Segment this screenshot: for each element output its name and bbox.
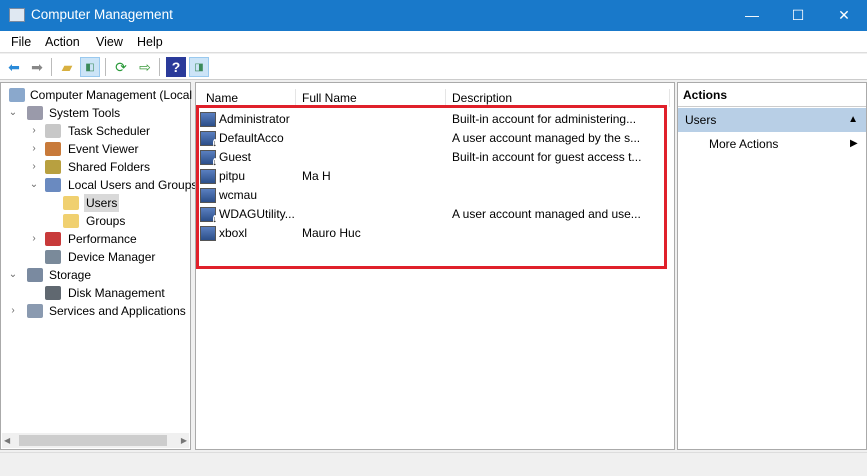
menu-view[interactable]: View [96,35,123,49]
tree-item-label: Users [84,194,120,212]
title-bar: Computer Management — ☐ ✕ [0,0,867,31]
storage-icon [27,268,43,282]
window-title: Computer Management [31,7,173,22]
tree-item-label: Computer Management (Local [30,88,193,102]
actions-pane: Actions Users ▲ More Actions ▶ [677,82,867,450]
highlight-box [196,105,667,269]
tree-item-label: Storage [49,268,92,282]
event-icon [45,142,61,156]
tree-item[interactable]: › Shared Folders [1,158,190,176]
actions-section-label: Users [685,113,717,127]
more-actions-label: More Actions [709,137,779,151]
expand-icon[interactable]: › [8,302,18,320]
menu-bar: File Action View Help [0,31,867,53]
tree-item-label: Local Users and Groups [68,178,198,192]
collapse-icon[interactable]: ⌄ [29,176,39,194]
computer-management-icon [9,8,25,22]
tree-item-label: Groups [86,214,126,228]
up-folder-icon[interactable]: ▰ [57,57,77,77]
tree-item[interactable]: Groups [1,212,190,230]
tree-item-label: Performance [68,232,137,246]
refresh-icon[interactable]: ⟳ [111,57,131,77]
toolbar: ⬅ ➡ ▰ ◧ ⟳ ⇨ ? ◨ [0,54,867,80]
submenu-arrow-icon: ▶ [850,138,858,149]
tree-item-label: Disk Management [68,286,165,300]
tree-item[interactable]: › Performance [1,230,190,248]
expand-icon[interactable]: › [29,140,39,158]
expand-icon[interactable]: › [29,122,39,140]
users-icon [45,178,61,192]
menu-action[interactable]: Action [45,35,80,49]
tree-item[interactable]: Users [1,194,190,212]
status-bar [0,452,867,476]
collapse-icon[interactable]: ▲ [848,108,858,132]
actions-section-users[interactable]: Users ▲ [678,108,866,132]
tree-item[interactable]: › Task Scheduler [1,122,190,140]
show-hide-action-pane-icon[interactable]: ◨ [189,57,209,77]
menu-file[interactable]: File [11,35,31,49]
tree-item-label: System Tools [49,106,121,120]
share-icon [45,160,61,174]
export-list-icon[interactable]: ⇨ [135,57,155,77]
actions-header: Actions [678,83,866,107]
disk-icon [45,286,61,300]
collapse-icon[interactable]: ⌄ [8,104,18,122]
tree-item[interactable]: ⌄ System Tools [1,104,190,122]
computer-icon [9,88,25,102]
tree-item-label: Task Scheduler [68,124,151,138]
tree-item[interactable]: Device Manager [1,248,190,266]
tree-item-label: Shared Folders [68,160,151,174]
tree-item-label: Event Viewer [68,142,139,156]
more-actions-item[interactable]: More Actions [709,135,778,153]
collapse-icon[interactable]: ⌄ [8,266,18,284]
perf-icon [45,232,61,246]
tree-item[interactable]: Computer Management (Local [1,86,192,104]
expand-icon[interactable]: › [29,230,39,248]
scrollbar-thumb[interactable] [19,435,167,446]
maximize-button[interactable]: ☐ [775,0,821,31]
device-icon [45,250,61,264]
show-hide-tree-icon[interactable]: ◧ [80,57,100,77]
tree-item-label: Device Manager [68,250,156,264]
folder-icon [63,214,79,228]
tree-item[interactable]: ⌄ Local Users and Groups [1,176,197,194]
folder-icon [63,196,79,210]
tree-item[interactable]: Disk Management [1,284,190,302]
close-button[interactable]: ✕ [821,0,867,31]
services-icon [27,304,43,318]
tree-item[interactable]: › Services and Applications [1,302,190,320]
expand-icon[interactable]: › [29,158,39,176]
tree-item[interactable]: ⌄ Storage [1,266,190,284]
minimize-button[interactable]: — [729,0,775,31]
tree-item-label: Services and Applications [49,304,186,318]
clock-icon [45,124,61,138]
help-icon[interactable]: ? [166,57,186,77]
tools-icon [27,106,43,120]
forward-icon[interactable]: ➡ [27,57,47,77]
tree-horizontal-scrollbar[interactable]: ◀ ▶ [2,433,189,448]
back-icon[interactable]: ⬅ [4,57,24,77]
console-tree: ◀ ▶ Computer Management (Local ⌄ System To… [0,82,197,450]
tree-item[interactable]: › Event Viewer [1,140,190,158]
menu-help[interactable]: Help [137,35,163,49]
